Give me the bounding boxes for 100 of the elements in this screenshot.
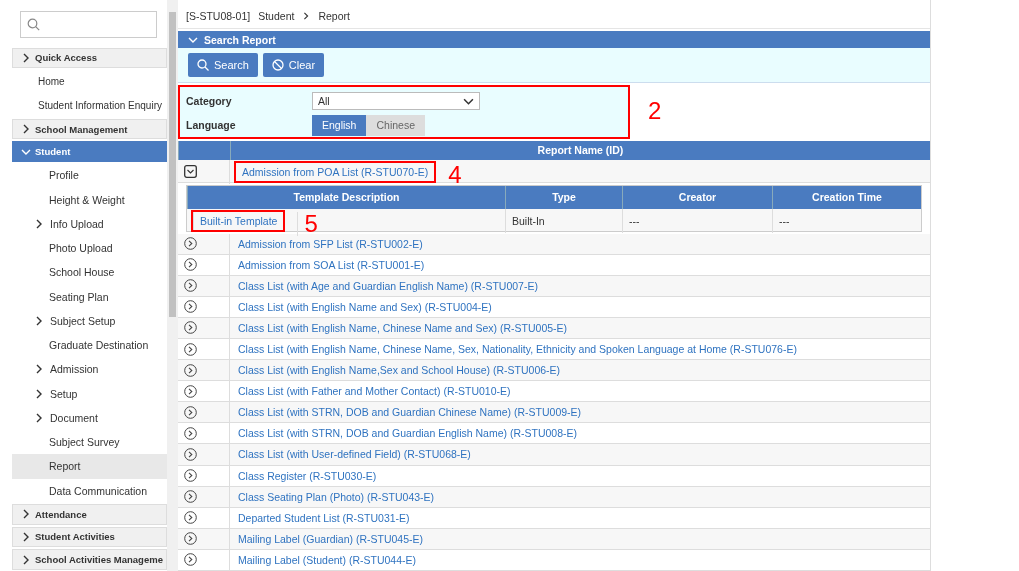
- item-label: Info Upload: [50, 217, 104, 230]
- column-header: Creation Time: [772, 185, 921, 209]
- sidebar-item[interactable]: Height & Weight: [12, 187, 167, 212]
- sidebar-item[interactable]: Setup: [12, 381, 167, 406]
- expand-icon[interactable]: [184, 342, 197, 356]
- item-label: Profile: [49, 169, 79, 182]
- template-link[interactable]: Built-in Template: [193, 211, 284, 230]
- sidebar-item[interactable]: Info Upload: [12, 211, 167, 236]
- sidebar-item[interactable]: Graduate Destination: [12, 333, 167, 358]
- sidebar-section[interactable]: School Management: [12, 118, 167, 140]
- sidebar-item[interactable]: School House: [12, 260, 167, 285]
- chevron-icon: [34, 218, 44, 229]
- language-toggle[interactable]: English: [312, 114, 367, 136]
- report-link[interactable]: Admission from SFP List (R-STU002-E): [236, 236, 425, 251]
- section-label: School Activities Manageme: [35, 554, 163, 566]
- chevron-icon: [34, 388, 44, 399]
- expand-icon[interactable]: [184, 237, 197, 251]
- breadcrumb-item: Report: [318, 10, 350, 23]
- breadcrumb-item: Student: [258, 10, 295, 23]
- item-label: Data Communication: [49, 484, 148, 497]
- report-link[interactable]: Admission from SOA List (R-STU001-E): [236, 257, 427, 272]
- search-icon: [197, 59, 209, 72]
- expand-icon[interactable]: [184, 405, 197, 419]
- sidebar-item[interactable]: Profile: [12, 163, 167, 188]
- sidebar-section[interactable]: Student Activities: [12, 526, 167, 548]
- sidebar-section[interactable]: Quick Access: [12, 47, 167, 69]
- section-label: Attendance: [35, 508, 87, 520]
- sidebar-item[interactable]: Data Communication: [12, 478, 167, 503]
- expand-icon[interactable]: [184, 553, 197, 567]
- column-header: Creator: [622, 185, 772, 209]
- sidebar-item[interactable]: Home: [12, 69, 167, 94]
- item-label: Height & Weight: [49, 193, 125, 206]
- report-link[interactable]: Class Register (R-STU030-E): [236, 468, 379, 483]
- item-label: Photo Upload: [49, 242, 113, 255]
- sidebar-section[interactable]: School Activities Manageme: [12, 549, 167, 570]
- breadcrumb-separator-icon: [302, 12, 311, 21]
- report-link[interactable]: Class List (with English Name, Chinese Name, Sex, Nationality, Ethnicity and Spoken Language at Home (R-STU076-E): [236, 342, 799, 356]
- expand-icon[interactable]: [184, 279, 197, 293]
- report-link[interactable]: Class List (with STRN, DOB and Guardian English Name) (R-STU008-E): [236, 426, 580, 441]
- sidebar-section[interactable]: Attendance: [12, 503, 167, 525]
- sidebar-item[interactable]: Photo Upload: [12, 235, 167, 261]
- expand-icon[interactable]: [184, 469, 197, 483]
- item-label: Graduate Destination: [49, 339, 149, 352]
- sidebar-item[interactable]: Seating Plan: [12, 284, 167, 309]
- chevron-icon: [21, 52, 31, 63]
- item-label: School House: [49, 266, 115, 279]
- expand-icon[interactable]: [184, 321, 197, 335]
- expand-icon[interactable]: [184, 258, 197, 272]
- report-link[interactable]: Mailing Label (Student) (R-STU044-E): [236, 552, 418, 567]
- language-toggle[interactable]: Chinese: [366, 114, 425, 136]
- report-link[interactable]: Class List (with Father and Mother Contact) (R-STU010-E): [236, 384, 513, 399]
- callout-number: 4: [448, 162, 462, 187]
- page-code: [S-STU08-01]: [186, 10, 251, 23]
- item-label: Setup: [50, 387, 78, 400]
- table-cell: ---: [622, 208, 772, 233]
- expand-icon[interactable]: [184, 511, 197, 525]
- search-button[interactable]: Search: [188, 53, 258, 78]
- chevron-icon: [21, 531, 31, 542]
- expand-icon[interactable]: [184, 384, 197, 398]
- category-dropdown[interactable]: All: [312, 92, 480, 111]
- sidebar-item[interactable]: Document: [12, 405, 167, 431]
- panel-header[interactable]: Search Report: [178, 31, 930, 49]
- chevron-icon: [21, 509, 31, 520]
- column-header: Template Description: [187, 185, 505, 209]
- chevron-icon: [21, 554, 31, 565]
- dropdown-value: All: [318, 95, 330, 108]
- item-label: Seating Plan: [49, 290, 109, 303]
- scrollbar[interactable]: [167, 0, 178, 571]
- sidebar-section[interactable]: Student: [12, 141, 167, 163]
- sidebar-item[interactable]: Admission: [12, 357, 167, 382]
- sidebar-item[interactable]: Subject Survey: [12, 430, 167, 455]
- column-header: Report Name (ID): [230, 141, 930, 160]
- sidebar-item[interactable]: Subject Setup: [12, 308, 167, 334]
- sidebar-item[interactable]: Report: [12, 454, 167, 479]
- sidebar-item[interactable]: Student Information Enquiry: [12, 93, 167, 118]
- item-label: Subject Survey: [49, 436, 120, 449]
- collapse-icon[interactable]: [184, 165, 197, 178]
- item-label: Document: [50, 411, 98, 424]
- field-label: Language: [186, 119, 237, 132]
- prohibited-icon: [271, 59, 284, 72]
- search-field[interactable]: [20, 11, 157, 38]
- expand-icon[interactable]: [184, 490, 197, 504]
- clear-button[interactable]: Clear: [262, 53, 325, 78]
- report-link[interactable]: Mailing Label (Guardian) (R-STU045-E): [236, 531, 425, 546]
- item-label: Admission: [50, 363, 99, 376]
- chevron-icon: [34, 315, 44, 326]
- column-header: Type: [505, 185, 622, 209]
- panel-title: Search Report: [204, 33, 276, 46]
- expand-icon[interactable]: [184, 426, 197, 440]
- report-link[interactable]: Class List (with English Name and Sex) (R-STU004-E): [236, 299, 494, 314]
- expand-icon[interactable]: [184, 363, 197, 377]
- report-link[interactable]: Admission from POA List (R-STU070-E): [236, 162, 435, 181]
- field-label: Category: [186, 95, 233, 108]
- report-link[interactable]: Departed Student List (R-STU031-E): [236, 510, 412, 525]
- chevron-icon: [34, 412, 44, 423]
- expand-icon[interactable]: [184, 300, 197, 314]
- section-label: School Management: [35, 123, 128, 135]
- expand-icon[interactable]: [184, 532, 197, 546]
- expand-icon[interactable]: [184, 448, 197, 461]
- report-link[interactable]: Class Seating Plan (Photo) (R-STU043-E): [236, 489, 437, 504]
